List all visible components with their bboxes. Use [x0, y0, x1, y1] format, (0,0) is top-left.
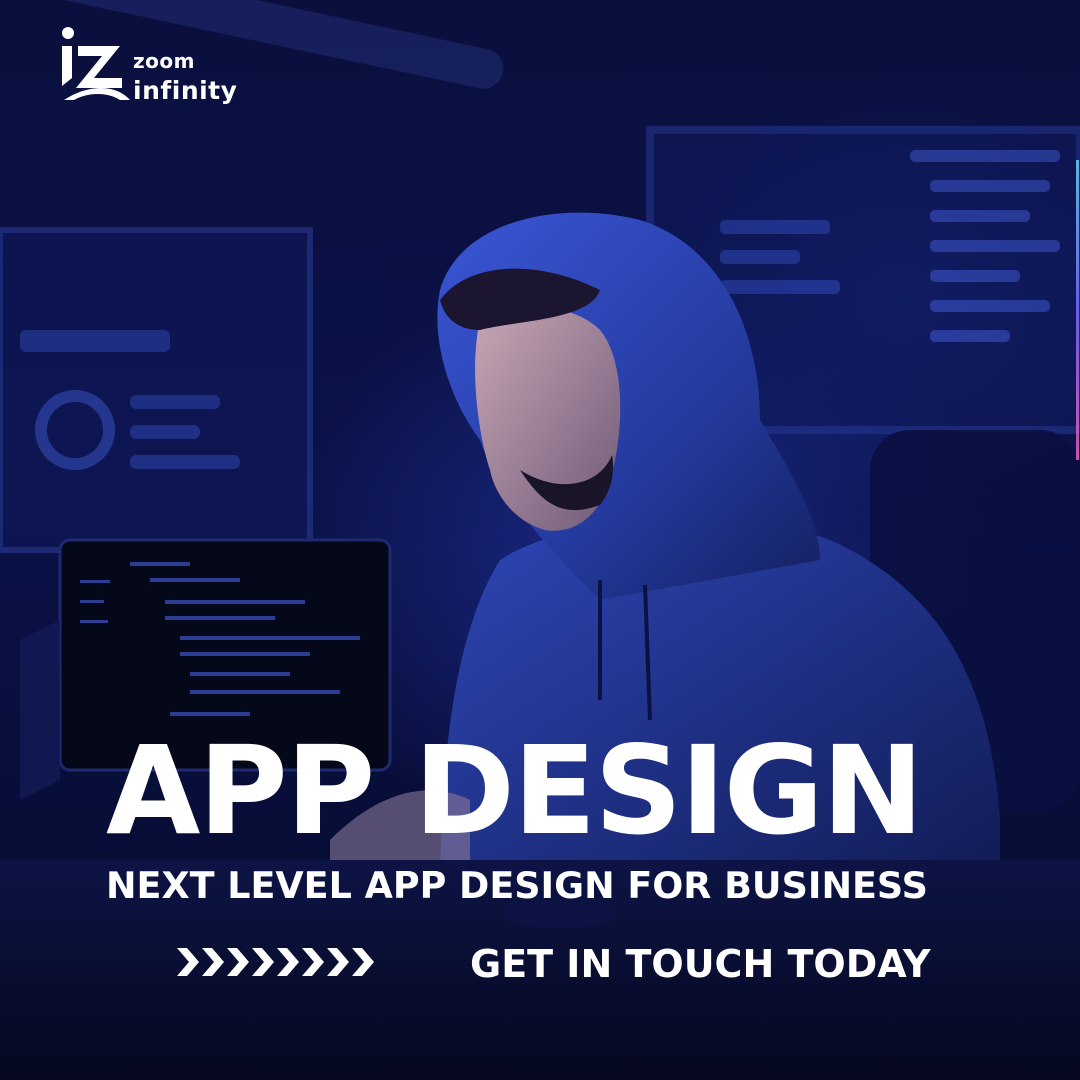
poster: zoom infinity APP DESIGN NEXT LEVEL APP … [0, 0, 1080, 1080]
brand-name-bottom: infinity [133, 76, 238, 105]
get-in-touch-link[interactable]: GET IN TOUCH TODAY [470, 940, 931, 988]
brand-name-top: zoom [133, 49, 195, 73]
edge-accent-line [1076, 160, 1079, 460]
subheadline: NEXT LEVEL APP DESIGN FOR BUSINESS [106, 864, 928, 907]
chevron-arrows-icon [177, 948, 374, 976]
back-monitor-left [0, 227, 313, 553]
developer-photo [0, 0, 1080, 1080]
headline: APP DESIGN [106, 720, 924, 862]
